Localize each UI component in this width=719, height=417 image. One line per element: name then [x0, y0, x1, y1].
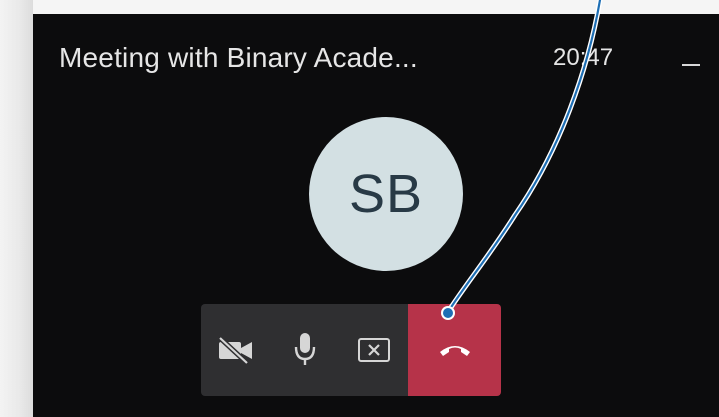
participant-avatar: SB [309, 117, 463, 271]
call-timer: 20:47 [553, 44, 614, 71]
page-background-top [0, 0, 719, 14]
minimize-button[interactable] [673, 46, 709, 76]
call-controls [201, 304, 571, 396]
hang-up-icon [439, 346, 470, 356]
video-off-icon [217, 336, 252, 365]
camera-toggle-button[interactable] [201, 304, 270, 396]
call-window: Meeting with Binary Acade... 20:47 SB [33, 14, 719, 417]
end-call-button[interactable] [408, 304, 501, 396]
share-screen-icon [357, 338, 390, 362]
minimize-icon [682, 64, 700, 66]
avatar-initials: SB [348, 164, 424, 224]
microphone-icon [294, 333, 315, 365]
microphone-toggle-button[interactable] [270, 304, 339, 396]
page-background-left [0, 0, 33, 417]
meeting-title: Meeting with Binary Acade... [59, 42, 418, 73]
share-screen-button[interactable] [339, 304, 408, 396]
